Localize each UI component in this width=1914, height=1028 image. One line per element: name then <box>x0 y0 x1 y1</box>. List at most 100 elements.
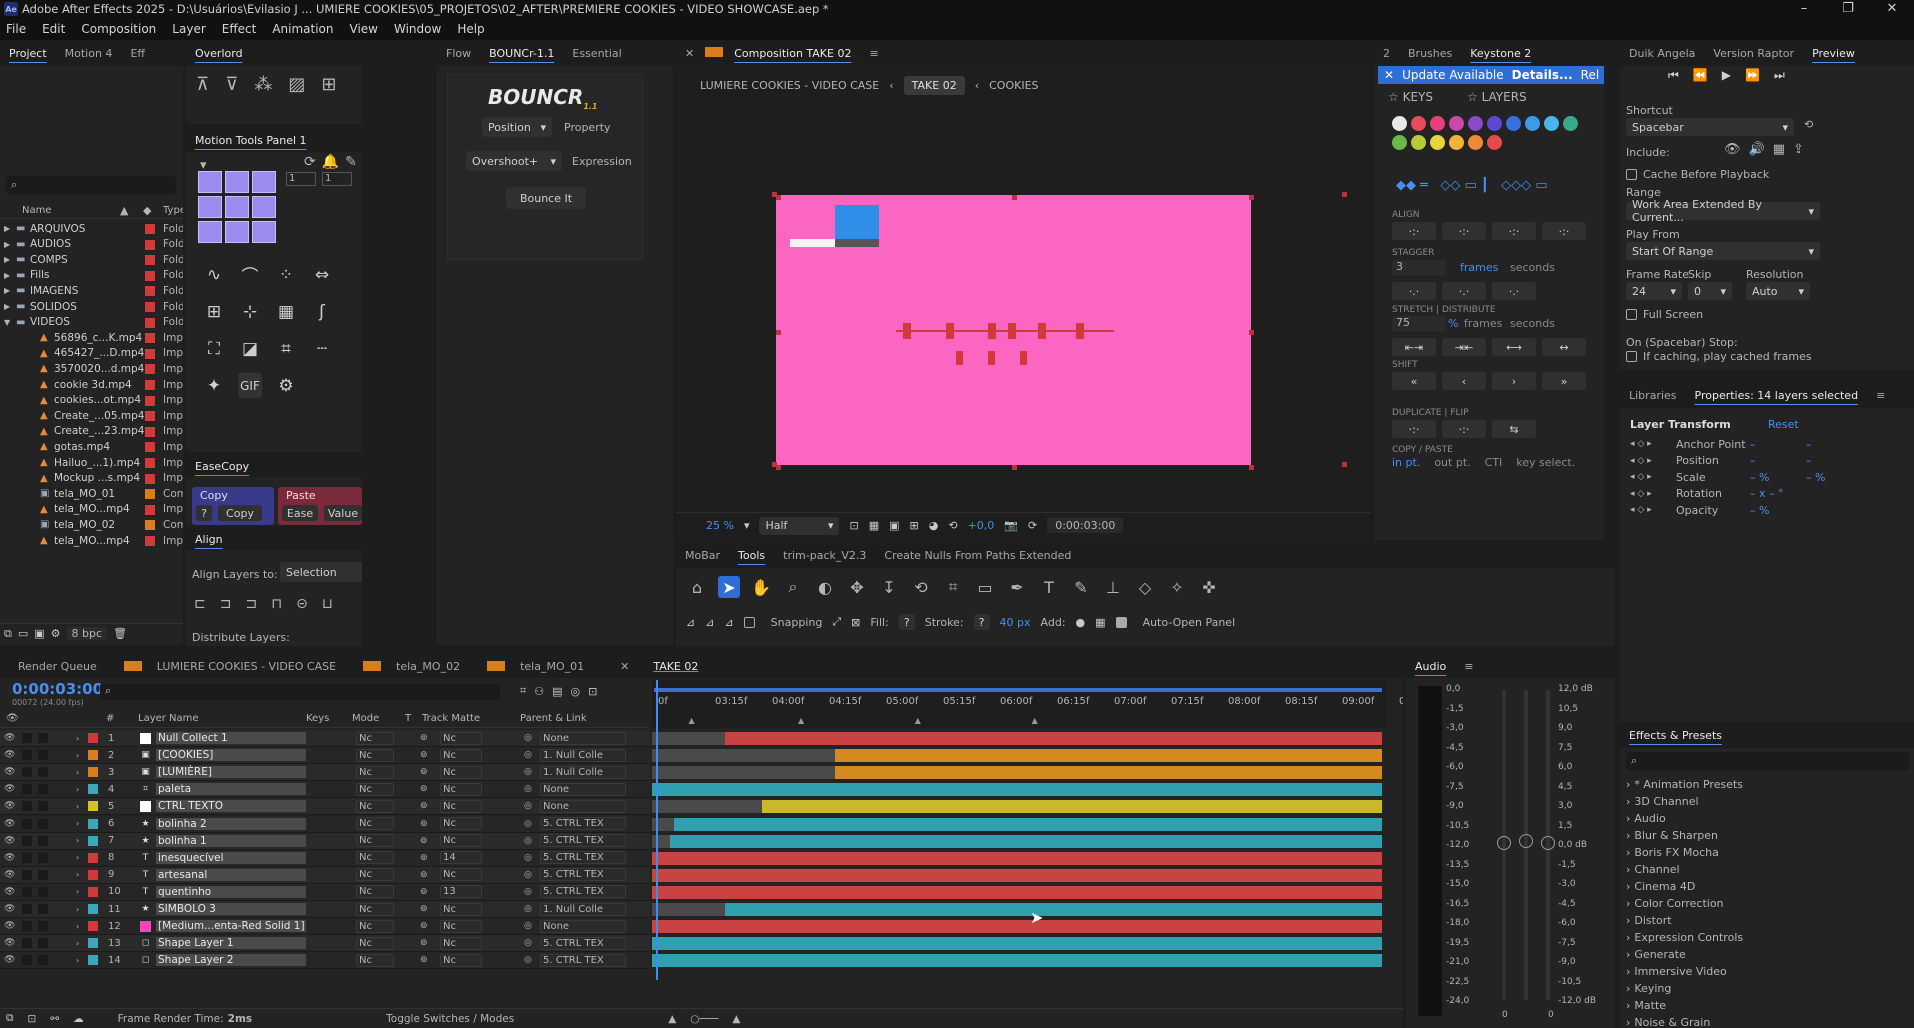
small-rect[interactable] <box>956 351 963 365</box>
label-color-swatch[interactable] <box>145 426 155 437</box>
blend-mode-select[interactable]: Nc <box>356 868 394 882</box>
effect-category[interactable]: › Expression Controls <box>1626 929 1906 945</box>
pickwhip-icon[interactable]: ◎ <box>524 870 532 880</box>
preserve-icon[interactable]: ⊚ <box>420 887 428 897</box>
effect-category[interactable]: › Noise & Grain <box>1626 1014 1906 1028</box>
property-value[interactable]: – <box>1806 454 1812 467</box>
tab-overlord[interactable]: Overlord <box>186 47 252 60</box>
tab-keys[interactable]: ☆ KEYS <box>1388 90 1433 104</box>
layer-row[interactable]: 👁 › 12 [Medium...enta-Red Solid 1] Nc ⊚ Nc ◎ Non… <box>0 918 650 936</box>
menu-window[interactable]: Window <box>394 22 441 36</box>
effect-category[interactable]: › Distort <box>1626 912 1906 928</box>
property-value[interactable]: – % <box>1750 504 1769 517</box>
dots-icon[interactable]: ┄ <box>304 330 340 367</box>
pickwhip-icon[interactable]: ◎ <box>524 767 532 777</box>
close-icon[interactable]: ✕ <box>1870 0 1914 18</box>
property-value[interactable]: – <box>1750 454 1756 467</box>
parent-select[interactable]: 1. Null Colle <box>540 902 626 916</box>
align-left-icon[interactable]: ⊏ <box>194 596 206 612</box>
layer-name[interactable]: paleta <box>156 783 306 796</box>
preserve-icon[interactable]: ⊚ <box>420 904 428 914</box>
position-select[interactable]: Position ▾ <box>482 117 552 137</box>
layer-row[interactable]: 👁 › 6 ★ bolinha 2 Nc ⊚ Nc ◎ 5. CTRL TEX <box>0 815 650 833</box>
color-swatch[interactable] <box>1525 116 1540 131</box>
parent-select[interactable]: 5. CTRL TEX <box>540 953 626 967</box>
label-color-swatch[interactable] <box>145 411 155 422</box>
snap-icon[interactable]: ⊿ <box>724 616 733 629</box>
wave-icon[interactable]: ∿ <box>196 256 232 293</box>
layer-duration-bar[interactable] <box>725 732 1382 745</box>
audio-icon[interactable]: 🔊 <box>1749 142 1765 157</box>
channel-icon[interactable]: ◕ <box>929 519 939 532</box>
label-color-swatch[interactable] <box>88 784 98 795</box>
pickwhip-icon[interactable]: ◎ <box>524 955 532 965</box>
layer-duration-bar[interactable] <box>652 885 1382 899</box>
property-row[interactable]: ◂ ◇ ▸ Position – – <box>1620 453 1914 469</box>
label-color-swatch[interactable] <box>145 317 155 328</box>
label-color-swatch[interactable] <box>145 442 155 453</box>
label-color-swatch[interactable] <box>88 904 98 914</box>
property-value[interactable]: – % <box>1750 471 1769 484</box>
layer-duration-bar[interactable] <box>652 937 1382 951</box>
reset-exposure-icon[interactable]: ⟲ <box>948 519 957 532</box>
transform-handle[interactable] <box>772 462 778 467</box>
transform-handle[interactable] <box>1248 465 1254 470</box>
blend-mode-select[interactable]: Nc <box>356 799 394 813</box>
type-tool-icon[interactable]: T <box>1038 576 1060 598</box>
label-color-swatch[interactable] <box>145 239 155 250</box>
parent-select[interactable]: 1. Null Colle <box>540 765 626 779</box>
preserve-icon[interactable]: ⊚ <box>420 750 428 760</box>
motion-num1[interactable]: 1 <box>286 172 316 186</box>
transform-handle[interactable] <box>1012 465 1018 470</box>
project-item[interactable]: ▶ ▬ COMPS Folder <box>0 252 183 267</box>
layer-name[interactable]: inesquecível <box>156 851 306 864</box>
layer-duration-bar[interactable] <box>670 834 1382 848</box>
layer-duration-bar[interactable] <box>673 817 1382 831</box>
tab-mobar[interactable]: MoBar <box>676 549 729 562</box>
eye-icon[interactable]: 👁 <box>4 801 15 811</box>
frames-toggle[interactable]: frames <box>1464 317 1502 330</box>
path-marker[interactable] <box>1008 323 1016 339</box>
tab-composition[interactable]: Composition TAKE 02 <box>725 47 860 60</box>
pan-icon[interactable]: ✥ <box>846 576 868 598</box>
effect-category[interactable]: › Cinema 4D <box>1626 878 1906 894</box>
project-item[interactable]: ▣ tela_MO_02 Compos <box>0 517 183 532</box>
lock-icon[interactable] <box>38 784 48 795</box>
parent-select[interactable]: 5. CTRL TEX <box>540 868 626 882</box>
layer-name[interactable]: CTRL TEXTO <box>156 800 306 813</box>
color-swatch[interactable] <box>1487 135 1502 150</box>
property-value[interactable]: – % <box>1806 471 1825 484</box>
solo-icon[interactable] <box>22 767 32 778</box>
eye-icon[interactable]: 👁 <box>4 921 15 931</box>
track-matte-select[interactable]: Nc <box>440 834 482 848</box>
keystone-action-icon[interactable]: ⇤⇥ <box>1392 338 1436 356</box>
export-icon[interactable]: ⇪ <box>1793 142 1804 157</box>
eye-icon[interactable]: 👁 <box>4 750 15 760</box>
expand-arrow-icon[interactable]: › <box>76 751 79 760</box>
label-color-swatch[interactable] <box>88 938 98 949</box>
layer-row[interactable]: 👁 › 4 ⌗ paleta Nc ⊚ Nc ◎ None <box>0 781 650 799</box>
eraser-tool-icon[interactable]: ◇ <box>1134 576 1156 598</box>
comp-canvas[interactable] <box>772 192 1348 470</box>
label-color-swatch[interactable] <box>88 767 98 778</box>
expand-arrow-icon[interactable]: ▼ <box>4 318 10 327</box>
keystone-action-icon[interactable]: ⟷ <box>1492 338 1536 356</box>
bezier-icon[interactable]: ▦ <box>1095 616 1105 629</box>
gray-bar-shape[interactable] <box>835 239 879 247</box>
blend-mode-select[interactable]: Nc <box>356 902 394 916</box>
skip-select[interactable]: 0 ▾ <box>1688 282 1732 300</box>
preserve-icon[interactable]: ⊚ <box>420 767 428 777</box>
path-marker[interactable] <box>946 323 954 339</box>
pen-icon[interactable]: ✎ <box>345 154 357 170</box>
layer-name[interactable]: [COOKIES] <box>156 749 306 762</box>
keystone-action-icon[interactable]: ·:· <box>1392 420 1436 438</box>
expand-arrow-icon[interactable]: › <box>76 768 79 777</box>
color-swatch[interactable] <box>1544 116 1559 131</box>
parent-select[interactable]: 5. CTRL TEX <box>540 885 626 899</box>
track-matte-select[interactable]: Nc <box>440 953 482 967</box>
scatter-icon[interactable]: ⁘ <box>268 256 304 293</box>
effect-category[interactable]: › 3D Channel <box>1626 793 1906 809</box>
expand-arrow-icon[interactable]: ▶ <box>4 240 10 249</box>
path-marker[interactable] <box>1038 323 1046 339</box>
eye-icon[interactable]: 👁 <box>4 784 15 794</box>
